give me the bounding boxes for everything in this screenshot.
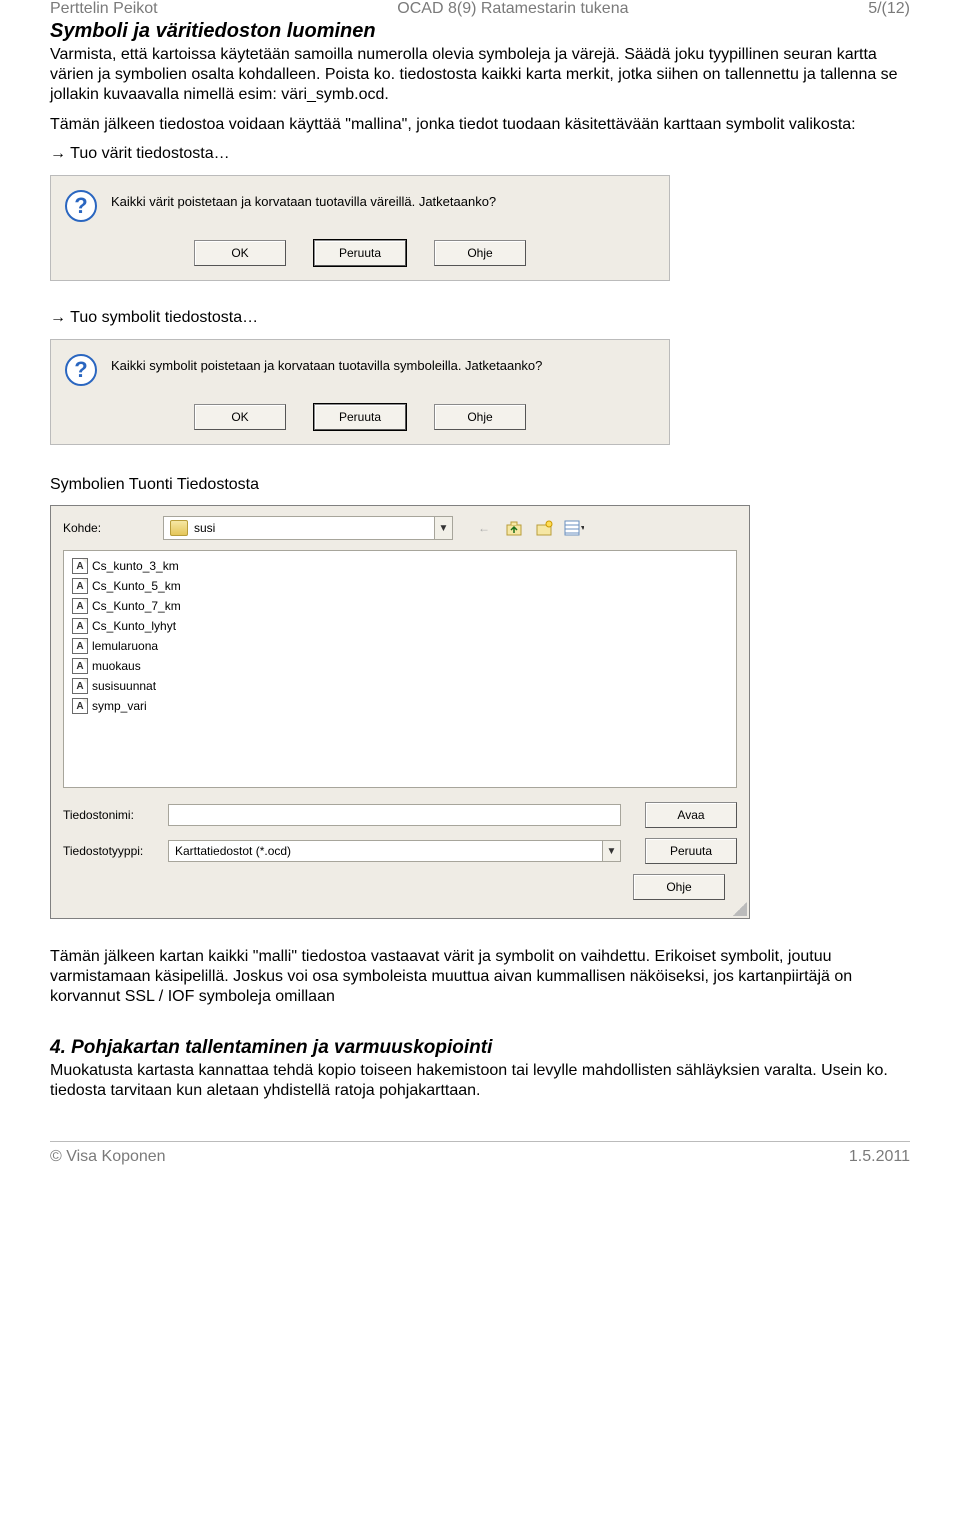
file-item[interactable]: A Cs_Kunto_lyhyt xyxy=(72,617,202,635)
ocd-file-icon: A xyxy=(72,678,88,694)
confirm-colors-dialog: ? Kaikki värit poistetaan ja korvataan t… xyxy=(50,175,670,281)
section1-p2: Tämän jälkeen tiedostoa voidaan käyttää … xyxy=(50,115,910,135)
file-name: Cs_kunto_3_km xyxy=(92,559,179,573)
page-footer: © Visa Koponen 1.5.2011 xyxy=(50,1141,910,1166)
help-button[interactable]: Ohje xyxy=(633,874,725,900)
file-name: lemularuona xyxy=(92,639,158,653)
question-icon: ? xyxy=(65,354,97,386)
folder-dropdown[interactable]: susi ▼ xyxy=(163,516,453,540)
ok-button[interactable]: OK xyxy=(194,240,286,266)
folder-name: susi xyxy=(194,521,434,535)
header-center: OCAD 8(9) Ratamestarin tukena xyxy=(397,0,628,18)
open-button[interactable]: Avaa xyxy=(645,802,737,828)
file-name: Cs_Kunto_5_km xyxy=(92,579,181,593)
file-name: Cs_Kunto_7_km xyxy=(92,599,181,613)
section4-title: 4. Pohjakartan tallentaminen ja varmuusk… xyxy=(50,1037,910,1059)
section2-title: Symbolien Tuonti Tiedostosta xyxy=(50,475,910,495)
ok-button[interactable]: OK xyxy=(194,404,286,430)
filename-label: Tiedostonimi: xyxy=(63,808,168,822)
ocd-file-icon: A xyxy=(72,618,88,634)
help-button[interactable]: Ohje xyxy=(434,240,526,266)
header-right: 5/(12) xyxy=(868,0,910,18)
file-item[interactable]: Asymp_vari xyxy=(72,697,202,715)
ocd-file-icon: A xyxy=(72,658,88,674)
ocd-file-icon: A xyxy=(72,578,88,594)
views-icon[interactable] xyxy=(563,517,585,539)
new-folder-icon[interactable] xyxy=(533,517,555,539)
file-item[interactable]: A Cs_kunto_3_km xyxy=(72,557,202,575)
file-item[interactable]: Alemularuona xyxy=(72,637,202,655)
file-item[interactable]: A Cs_Kunto_5_km xyxy=(72,577,202,595)
back-icon[interactable]: ← xyxy=(473,517,495,539)
dialog1-message: Kaikki värit poistetaan ja korvataan tuo… xyxy=(111,190,496,209)
file-open-dialog: Kohde: susi ▼ ← A Cs_kunto_3_km A Cs_Kunto_… xyxy=(50,505,750,919)
footer-left: © Visa Koponen xyxy=(50,1148,166,1166)
ocd-file-icon: A xyxy=(72,638,88,654)
resize-grip-icon[interactable] xyxy=(733,902,747,916)
filetype-dropdown[interactable]: Karttatiedostot (*.ocd) ▼ xyxy=(168,840,621,862)
confirm-symbols-dialog: ? Kaikki symbolit poistetaan ja korvataa… xyxy=(50,339,670,445)
file-name: muokaus xyxy=(92,659,141,673)
file-item[interactable]: Amuokaus xyxy=(72,657,202,675)
section1-title: Symboli ja väritiedoston luominen xyxy=(50,20,910,43)
footer-right: 1.5.2011 xyxy=(849,1148,910,1166)
file-item[interactable]: Asusisuunnat xyxy=(72,677,202,695)
chevron-down-icon[interactable]: ▼ xyxy=(434,517,452,539)
file-item[interactable]: A Cs_Kunto_7_km xyxy=(72,597,202,615)
file-name: Cs_Kunto_lyhyt xyxy=(92,619,176,633)
filetype-value: Karttatiedostot (*.ocd) xyxy=(169,844,602,858)
filename-input[interactable] xyxy=(168,804,621,826)
file-name: symp_vari xyxy=(92,699,147,713)
filetype-label: Tiedostotyyppi: xyxy=(63,844,168,858)
file-name: susisuunnat xyxy=(92,679,156,693)
help-button[interactable]: Ohje xyxy=(434,404,526,430)
cancel-button[interactable]: Peruuta xyxy=(645,838,737,864)
dialog2-message: Kaikki symbolit poistetaan ja korvataan … xyxy=(111,354,542,373)
folder-icon xyxy=(170,520,188,536)
ocd-file-icon: A xyxy=(72,598,88,614)
ocd-file-icon: A xyxy=(72,698,88,714)
kohde-label: Kohde: xyxy=(63,521,153,535)
section4-p1: Muokatusta kartasta kannattaa tehdä kopi… xyxy=(50,1061,910,1101)
section1-p1: Varmista, että kartoissa käytetään samoi… xyxy=(50,45,910,105)
up-folder-icon[interactable] xyxy=(503,517,525,539)
file-list[interactable]: A Cs_kunto_3_km A Cs_Kunto_5_km A Cs_Kunto_7_… xyxy=(63,550,737,788)
cancel-button[interactable]: Peruuta xyxy=(314,240,406,266)
page-header: Perttelin Peikot OCAD 8(9) Ratamestarin … xyxy=(50,0,910,18)
arrow-line-2: → Tuo symbolit tiedostosta… xyxy=(50,309,910,327)
section3-p1: Tämän jälkeen kartan kaikki "malli" tied… xyxy=(50,947,910,1007)
header-left: Perttelin Peikot xyxy=(50,0,158,18)
ocd-file-icon: A xyxy=(72,558,88,574)
arrow-line-1: → Tuo värit tiedostosta… xyxy=(50,145,910,163)
chevron-down-icon[interactable]: ▼ xyxy=(602,841,620,861)
question-icon: ? xyxy=(65,190,97,222)
cancel-button[interactable]: Peruuta xyxy=(314,404,406,430)
